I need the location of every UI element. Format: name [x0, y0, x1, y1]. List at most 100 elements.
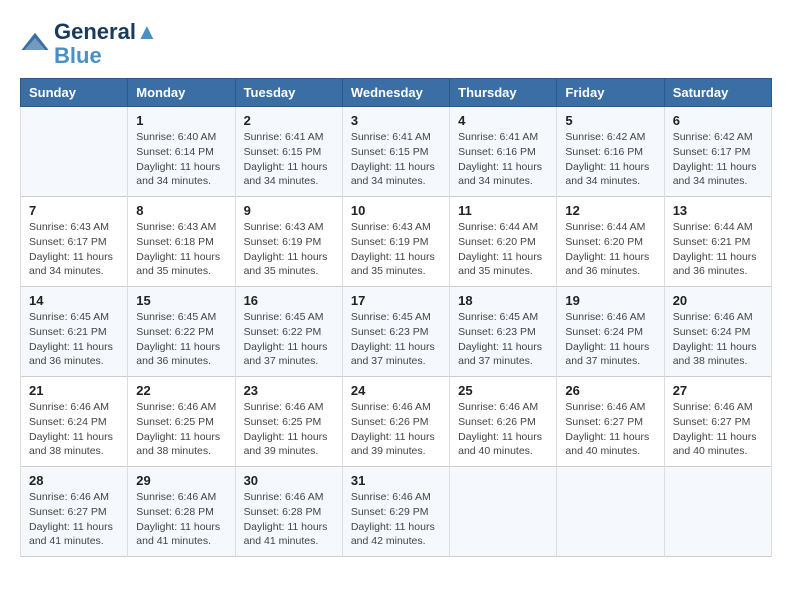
calendar-cell: 7 Sunrise: 6:43 AM Sunset: 6:17 PM Daylig…: [21, 197, 128, 287]
day-number: 5: [565, 113, 655, 128]
day-number: 23: [244, 383, 334, 398]
calendar-cell: 12Sunrise: 6:44 AM Sunset: 6:20 PM Dayli…: [557, 197, 664, 287]
calendar-cell: 5Sunrise: 6:42 AM Sunset: 6:16 PM Daylig…: [557, 107, 664, 197]
day-number: 9: [244, 203, 334, 218]
header-wednesday: Wednesday: [342, 79, 449, 107]
week-row-2: 7 Sunrise: 6:43 AM Sunset: 6:17 PM Daylig…: [21, 197, 772, 287]
calendar-cell: [21, 107, 128, 197]
calendar-cell: 21 Sunrise: 6:46 AM Sunset: 6:24 PM Dayli…: [21, 377, 128, 467]
day-info: Sunrise: 6:46 AM Sunset: 6:24 PM Dayligh…: [673, 310, 763, 369]
day-info: Sunrise: 6:41 AM Sunset: 6:15 PM Dayligh…: [244, 130, 334, 189]
calendar-cell: 16 Sunrise: 6:45 AM Sunset: 6:22 PM Dayli…: [235, 287, 342, 377]
day-number: 30: [244, 473, 334, 488]
calendar-cell: 25 Sunrise: 6:46 AM Sunset: 6:26 PM Dayli…: [450, 377, 557, 467]
day-info: Sunrise: 6:43 AM Sunset: 6:19 PM Dayligh…: [351, 220, 441, 279]
calendar-cell: 20 Sunrise: 6:46 AM Sunset: 6:24 PM Dayli…: [664, 287, 771, 377]
week-row-1: 1 Sunrise: 6:40 AM Sunset: 6:14 PM Daylig…: [21, 107, 772, 197]
day-number: 21: [29, 383, 119, 398]
day-info: Sunrise: 6:45 AM Sunset: 6:22 PM Dayligh…: [136, 310, 226, 369]
day-info: Sunrise: 6:46 AM Sunset: 6:27 PM Dayligh…: [565, 400, 655, 459]
calendar-cell: 14Sunrise: 6:45 AM Sunset: 6:21 PM Dayli…: [21, 287, 128, 377]
calendar-cell: 4 Sunrise: 6:41 AM Sunset: 6:16 PM Daylig…: [450, 107, 557, 197]
calendar-cell: 2 Sunrise: 6:41 AM Sunset: 6:15 PM Daylig…: [235, 107, 342, 197]
day-info: Sunrise: 6:46 AM Sunset: 6:28 PM Dayligh…: [244, 490, 334, 549]
day-info: Sunrise: 6:46 AM Sunset: 6:25 PM Dayligh…: [136, 400, 226, 459]
day-number: 13: [673, 203, 763, 218]
calendar-cell: 30 Sunrise: 6:46 AM Sunset: 6:28 PM Dayli…: [235, 467, 342, 557]
calendar-cell: 29 Sunrise: 6:46 AM Sunset: 6:28 PM Dayli…: [128, 467, 235, 557]
header-row: SundayMondayTuesdayWednesdayThursdayFrid…: [21, 79, 772, 107]
day-number: 28: [29, 473, 119, 488]
day-info: Sunrise: 6:45 AM Sunset: 6:23 PM Dayligh…: [458, 310, 548, 369]
day-number: 18: [458, 293, 548, 308]
calendar-cell: 28 Sunrise: 6:46 AM Sunset: 6:27 PM Dayli…: [21, 467, 128, 557]
calendar-cell: 22 Sunrise: 6:46 AM Sunset: 6:25 PM Dayli…: [128, 377, 235, 467]
header-monday: Monday: [128, 79, 235, 107]
day-info: Sunrise: 6:45 AM Sunset: 6:21 PM Dayligh…: [29, 310, 119, 369]
day-info: Sunrise: 6:46 AM Sunset: 6:29 PM Dayligh…: [351, 490, 441, 549]
calendar-cell: 9Sunrise: 6:43 AM Sunset: 6:19 PM Daylig…: [235, 197, 342, 287]
day-number: 24: [351, 383, 441, 398]
calendar-cell: 3 Sunrise: 6:41 AM Sunset: 6:15 PM Daylig…: [342, 107, 449, 197]
day-info: Sunrise: 6:40 AM Sunset: 6:14 PM Dayligh…: [136, 130, 226, 189]
day-number: 31: [351, 473, 441, 488]
logo-icon: [20, 29, 50, 59]
calendar-cell: 23 Sunrise: 6:46 AM Sunset: 6:25 PM Dayli…: [235, 377, 342, 467]
week-row-4: 21 Sunrise: 6:46 AM Sunset: 6:24 PM Dayli…: [21, 377, 772, 467]
day-number: 3: [351, 113, 441, 128]
day-number: 16: [244, 293, 334, 308]
header-friday: Friday: [557, 79, 664, 107]
header-thursday: Thursday: [450, 79, 557, 107]
day-info: Sunrise: 6:46 AM Sunset: 6:24 PM Dayligh…: [29, 400, 119, 459]
day-info: Sunrise: 6:46 AM Sunset: 6:27 PM Dayligh…: [673, 400, 763, 459]
day-info: Sunrise: 6:44 AM Sunset: 6:20 PM Dayligh…: [458, 220, 548, 279]
day-number: 11: [458, 203, 548, 218]
calendar-cell: 1 Sunrise: 6:40 AM Sunset: 6:14 PM Daylig…: [128, 107, 235, 197]
day-number: 4: [458, 113, 548, 128]
day-info: Sunrise: 6:46 AM Sunset: 6:26 PM Dayligh…: [458, 400, 548, 459]
week-row-3: 14Sunrise: 6:45 AM Sunset: 6:21 PM Dayli…: [21, 287, 772, 377]
calendar-body: 1 Sunrise: 6:40 AM Sunset: 6:14 PM Daylig…: [21, 107, 772, 557]
day-number: 10: [351, 203, 441, 218]
calendar-cell: 17 Sunrise: 6:45 AM Sunset: 6:23 PM Dayli…: [342, 287, 449, 377]
calendar-cell: 19Sunrise: 6:46 AM Sunset: 6:24 PM Dayli…: [557, 287, 664, 377]
day-number: 17: [351, 293, 441, 308]
calendar-cell: 18 Sunrise: 6:45 AM Sunset: 6:23 PM Dayli…: [450, 287, 557, 377]
day-number: 2: [244, 113, 334, 128]
calendar-cell: 15 Sunrise: 6:45 AM Sunset: 6:22 PM Dayli…: [128, 287, 235, 377]
calendar-cell: 24Sunrise: 6:46 AM Sunset: 6:26 PM Dayli…: [342, 377, 449, 467]
calendar-cell: 8Sunrise: 6:43 AM Sunset: 6:18 PM Daylig…: [128, 197, 235, 287]
day-number: 20: [673, 293, 763, 308]
header-tuesday: Tuesday: [235, 79, 342, 107]
calendar-cell: 10 Sunrise: 6:43 AM Sunset: 6:19 PM Dayli…: [342, 197, 449, 287]
day-info: Sunrise: 6:45 AM Sunset: 6:23 PM Dayligh…: [351, 310, 441, 369]
day-info: Sunrise: 6:46 AM Sunset: 6:24 PM Dayligh…: [565, 310, 655, 369]
header-sunday: Sunday: [21, 79, 128, 107]
day-number: 1: [136, 113, 226, 128]
day-number: 25: [458, 383, 548, 398]
day-info: Sunrise: 6:41 AM Sunset: 6:16 PM Dayligh…: [458, 130, 548, 189]
day-info: Sunrise: 6:44 AM Sunset: 6:20 PM Dayligh…: [565, 220, 655, 279]
day-info: Sunrise: 6:42 AM Sunset: 6:17 PM Dayligh…: [673, 130, 763, 189]
day-info: Sunrise: 6:44 AM Sunset: 6:21 PM Dayligh…: [673, 220, 763, 279]
logo-text: General▲ Blue: [54, 20, 158, 68]
week-row-5: 28 Sunrise: 6:46 AM Sunset: 6:27 PM Dayli…: [21, 467, 772, 557]
day-number: 29: [136, 473, 226, 488]
page-header: General▲ Blue: [20, 20, 772, 68]
calendar-cell: 27Sunrise: 6:46 AM Sunset: 6:27 PM Dayli…: [664, 377, 771, 467]
day-info: Sunrise: 6:41 AM Sunset: 6:15 PM Dayligh…: [351, 130, 441, 189]
day-info: Sunrise: 6:46 AM Sunset: 6:27 PM Dayligh…: [29, 490, 119, 549]
day-info: Sunrise: 6:43 AM Sunset: 6:17 PM Dayligh…: [29, 220, 119, 279]
calendar-header: SundayMondayTuesdayWednesdayThursdayFrid…: [21, 79, 772, 107]
day-info: Sunrise: 6:46 AM Sunset: 6:28 PM Dayligh…: [136, 490, 226, 549]
calendar-cell: 13 Sunrise: 6:44 AM Sunset: 6:21 PM Dayli…: [664, 197, 771, 287]
day-number: 22: [136, 383, 226, 398]
day-number: 7: [29, 203, 119, 218]
day-number: 8: [136, 203, 226, 218]
calendar-cell: [557, 467, 664, 557]
day-info: Sunrise: 6:45 AM Sunset: 6:22 PM Dayligh…: [244, 310, 334, 369]
calendar-cell: 26Sunrise: 6:46 AM Sunset: 6:27 PM Dayli…: [557, 377, 664, 467]
day-number: 15: [136, 293, 226, 308]
day-number: 6: [673, 113, 763, 128]
day-info: Sunrise: 6:46 AM Sunset: 6:25 PM Dayligh…: [244, 400, 334, 459]
